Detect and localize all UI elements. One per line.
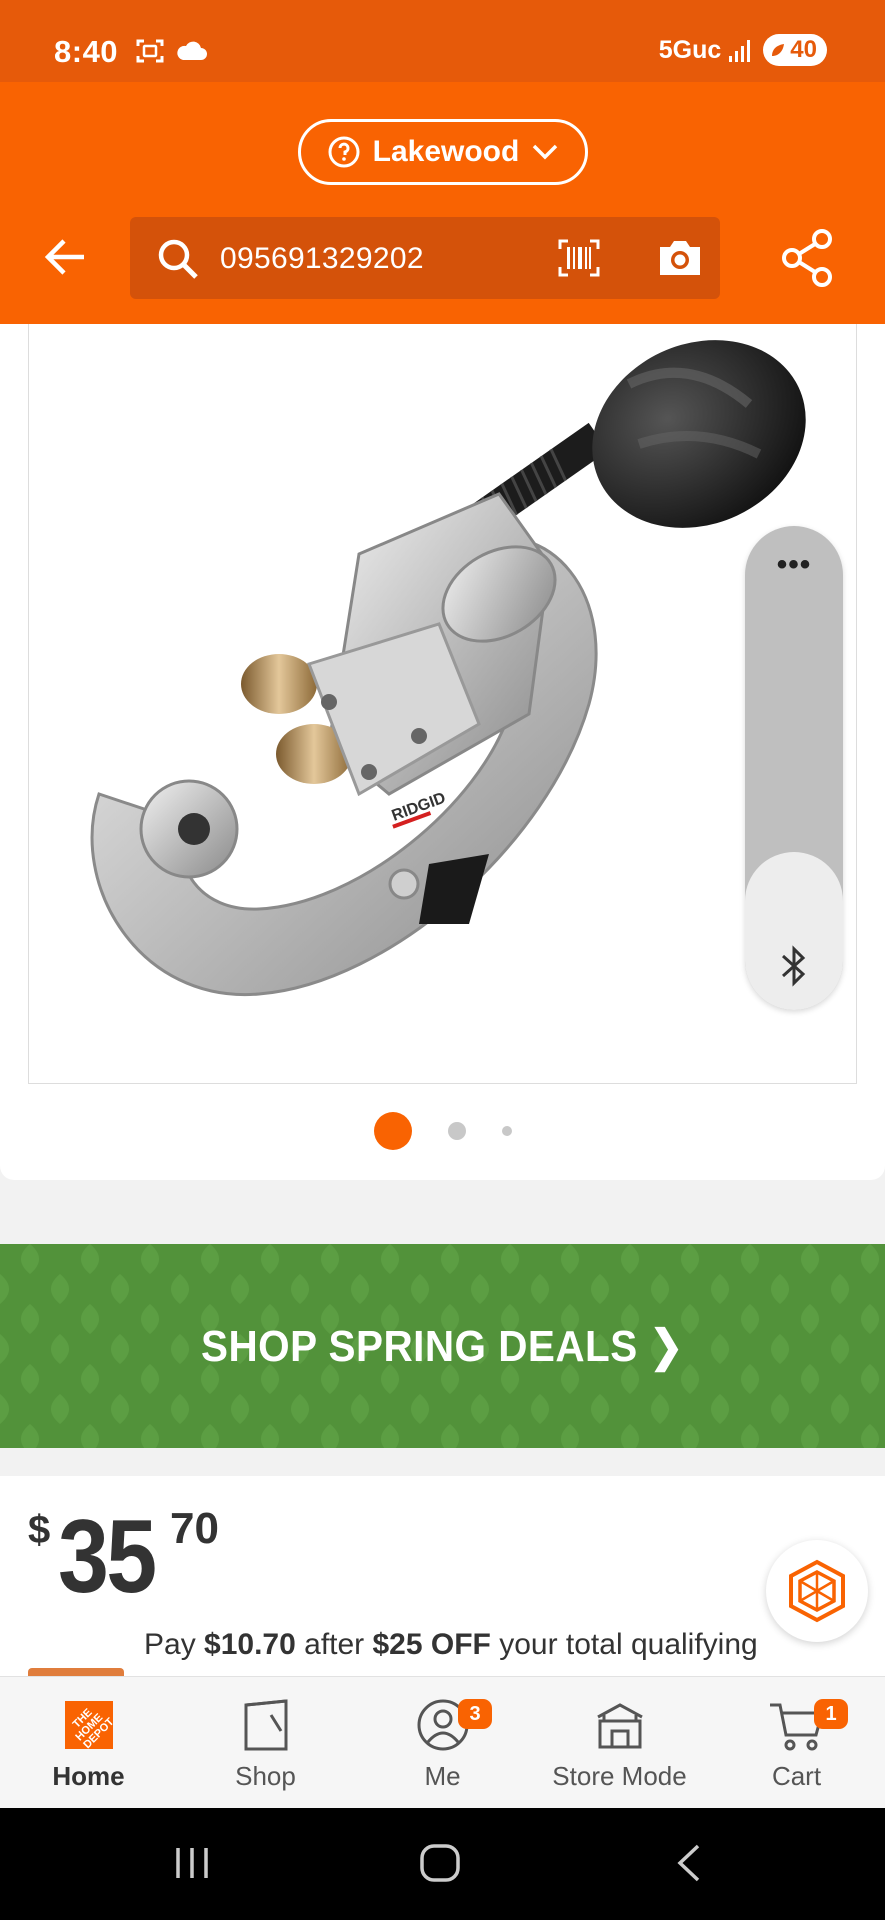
nav-label: Cart <box>771 1761 822 1791</box>
screenshot-icon <box>136 39 164 63</box>
assistant-fab[interactable] <box>766 1540 868 1642</box>
bottom-navigation: THE HOME DEPOT Home Shop 3 Me Store Mode 1… <box>0 1676 885 1808</box>
bluetooth-icon <box>781 945 806 987</box>
search-icon <box>158 239 198 279</box>
store-icon <box>596 1703 643 1749</box>
product-image[interactable]: RIDGID <box>28 324 857 1084</box>
nav-me[interactable]: 3 Me <box>354 1677 531 1809</box>
app-header: Lakewood 095691329202 <box>0 82 885 324</box>
tubing-cutter-illustration: RIDGID <box>90 340 806 997</box>
nav-label: Store Mode <box>552 1761 687 1791</box>
barcode-scan-icon[interactable] <box>558 239 600 277</box>
store-name: Lakewood <box>372 135 520 168</box>
home-icon[interactable] <box>418 1838 462 1888</box>
nav-label: Home <box>52 1761 125 1791</box>
chevron-down-icon <box>533 144 558 160</box>
nav-shop[interactable]: Shop <box>177 1677 354 1809</box>
camera-icon[interactable] <box>656 237 704 279</box>
back-arrow-icon[interactable] <box>40 232 90 282</box>
nav-home[interactable]: THE HOME DEPOT Home <box>0 1677 177 1809</box>
battery-saver-icon <box>772 44 785 56</box>
search-bar[interactable]: 095691329202 <box>130 217 720 299</box>
battery-indicator: 40 <box>763 34 827 66</box>
share-icon[interactable] <box>780 228 834 288</box>
carousel-dot[interactable] <box>501 1126 512 1136</box>
status-time: 8:40 <box>54 34 119 69</box>
cloud-icon <box>177 41 207 60</box>
nav-cart[interactable]: 1 Cart <box>708 1677 885 1809</box>
price-dollars: 35 <box>58 1499 157 1615</box>
offer-discount: $25 OFF <box>372 1628 491 1661</box>
nav-label: Shop <box>235 1761 296 1791</box>
home-depot-logo-icon: THEHOMEDEPOT <box>64 1701 116 1751</box>
search-input[interactable]: 095691329202 <box>220 242 424 276</box>
price-cents: 70 <box>170 1504 219 1553</box>
carousel-indicator <box>0 1112 885 1150</box>
signal-icon <box>729 40 751 62</box>
offer-amount: $10.70 <box>204 1628 296 1661</box>
hexagon-logo-icon <box>789 1559 845 1623</box>
back-icon[interactable] <box>672 1838 706 1888</box>
nav-label: Me <box>424 1761 461 1791</box>
card-offer-text[interactable]: Pay $10.70 after $25 OFF your total qual… <box>144 1628 758 1662</box>
battery-level: 40 <box>790 36 817 63</box>
system-navigation-bar <box>0 1808 885 1920</box>
spring-deals-banner[interactable]: SHOP SPRING DEALS ❯ <box>0 1244 885 1448</box>
status-bar: 8:40 5Guc 40 <box>0 0 885 82</box>
recents-icon[interactable] <box>172 1838 212 1888</box>
promo-label: SHOP SPRING DEALS ❯ <box>201 1321 684 1371</box>
nav-store-mode[interactable]: Store Mode <box>531 1677 708 1809</box>
floating-assistant-panel[interactable]: ••• <box>745 526 843 1010</box>
carousel-dot-active[interactable] <box>373 1112 412 1150</box>
shop-icon <box>244 1699 287 1751</box>
account-badge: 3 <box>458 1699 492 1729</box>
carousel-dot[interactable] <box>447 1122 466 1140</box>
store-location-icon <box>328 136 360 168</box>
more-options-icon[interactable]: ••• <box>745 548 843 582</box>
network-indicator: 5Guc <box>658 35 722 64</box>
price-section: $ 35 70 Pay $10.70 after $25 OFF your to… <box>0 1476 885 1686</box>
bluetooth-button[interactable] <box>745 852 843 1010</box>
price-currency: $ <box>28 1508 51 1552</box>
cart-badge: 1 <box>814 1699 848 1729</box>
store-selector[interactable]: Lakewood <box>298 119 588 185</box>
